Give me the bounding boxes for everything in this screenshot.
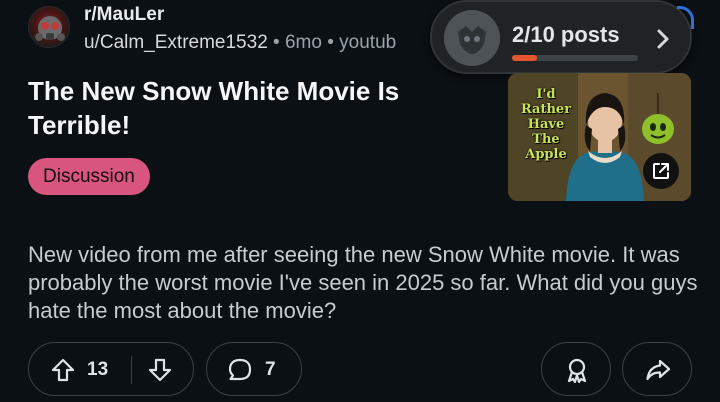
external-link-icon — [653, 163, 669, 179]
author-username[interactable]: u/Calm_Extreme1532 — [84, 32, 268, 53]
meta-separator: • — [273, 32, 280, 53]
share-button[interactable] — [622, 342, 692, 396]
award-icon — [567, 358, 587, 384]
comment-icon — [228, 358, 252, 381]
post-age: 6mo — [284, 32, 322, 53]
award-button[interactable] — [541, 342, 611, 396]
post-body: New video from me after seeing the new S… — [28, 242, 698, 323]
posts-count: 2/10 posts — [512, 22, 620, 47]
post-domain[interactable]: youtub — [339, 32, 396, 53]
posts-progress-bar — [512, 55, 638, 61]
posts-navigator[interactable]: 2/10 posts — [430, 0, 694, 74]
share-icon — [646, 359, 671, 381]
chevron-right-icon[interactable] — [650, 24, 676, 54]
gasmask-icon — [35, 16, 65, 41]
subreddit-name[interactable]: r/MauLer — [84, 4, 164, 26]
meta-separator: • — [327, 32, 334, 53]
post-thumbnail[interactable]: I'd Rather Have The Apple — [508, 73, 691, 201]
post-title[interactable]: The New Snow White Movie Is Terrible! — [28, 74, 468, 142]
subreddit-avatar[interactable] — [28, 6, 70, 48]
thumbnail-overlay-text: I'd Rather Have The Apple — [520, 87, 572, 162]
upvote-icon[interactable] — [50, 357, 76, 383]
vote-divider — [131, 356, 132, 384]
comment-count: 7 — [265, 359, 276, 380]
vote-control: 13 — [28, 342, 194, 396]
author-avatar — [444, 10, 500, 66]
post-flair[interactable]: Discussion — [28, 158, 150, 195]
post-meta: u/Calm_Extreme1532 • 6mo • youtub — [84, 32, 396, 54]
comments-button[interactable]: 7 — [206, 342, 302, 396]
downvote-icon[interactable] — [147, 357, 173, 383]
open-external-button[interactable] — [643, 153, 679, 189]
posts-progress-fill — [512, 55, 538, 61]
vote-score: 13 — [87, 359, 109, 380]
